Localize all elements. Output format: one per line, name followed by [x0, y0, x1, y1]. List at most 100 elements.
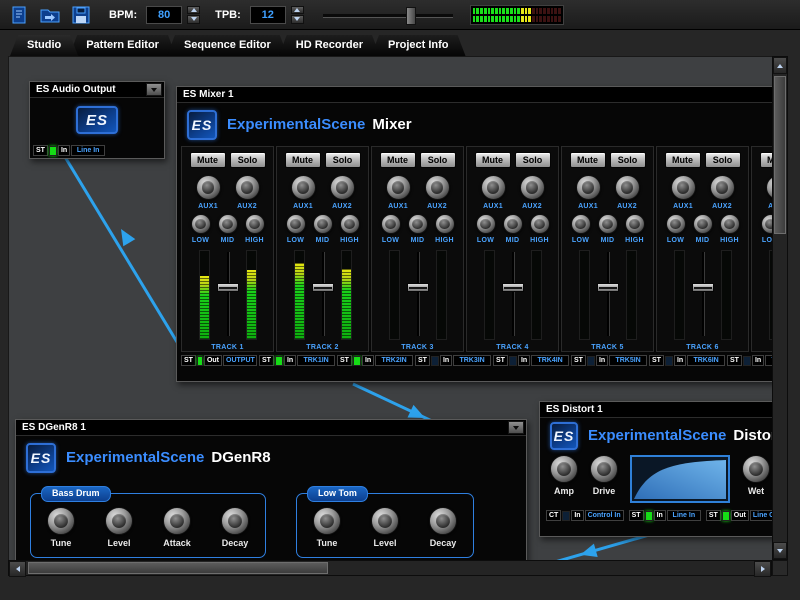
mute-button-track-4[interactable]: Mute: [475, 152, 511, 168]
mute-button-track-1[interactable]: Mute: [190, 152, 226, 168]
track-2-aux2-knob[interactable]: [330, 175, 355, 200]
solo-button-track-5[interactable]: Solo: [610, 152, 646, 168]
distort-amp-knob[interactable]: [550, 455, 578, 483]
track-6-aux1-knob[interactable]: [671, 175, 696, 200]
dgenr8-bass-drum-decay-knob[interactable]: [221, 507, 249, 535]
track-1-high-knob[interactable]: [245, 214, 265, 234]
dgenr8-bass-drum-level-knob[interactable]: [105, 507, 133, 535]
track-3-mid-knob[interactable]: [408, 214, 428, 234]
vertical-scrollbar[interactable]: [772, 56, 788, 560]
hscroll-track[interactable]: [26, 561, 754, 575]
mute-button-track-3[interactable]: Mute: [380, 152, 416, 168]
track-5-aux1-knob[interactable]: [576, 175, 601, 200]
vscroll-thumb[interactable]: [774, 76, 786, 234]
dgenr8-low-tom-level-knob[interactable]: [371, 507, 399, 535]
mixer-titlebar[interactable]: ES Mixer 1: [177, 87, 773, 103]
track-2-aux1-knob[interactable]: [291, 175, 316, 200]
solo-button-track-4[interactable]: Solo: [515, 152, 551, 168]
track-5-low-knob[interactable]: [571, 214, 591, 234]
track-3-low-knob[interactable]: [381, 214, 401, 234]
track-1-aux2-knob[interactable]: [235, 175, 260, 200]
track-2-low-knob[interactable]: [286, 214, 306, 234]
track-6-high-knob[interactable]: [720, 214, 740, 234]
scroll-up-button[interactable]: [773, 57, 787, 74]
connector-trk4in[interactable]: STInTRK4IN: [493, 355, 569, 366]
track-4-low-knob[interactable]: [476, 214, 496, 234]
track-5-high-knob[interactable]: [625, 214, 645, 234]
solo-button-track-2[interactable]: Solo: [325, 152, 361, 168]
track-2-mid-knob[interactable]: [313, 214, 333, 234]
dgenr8-bass-drum-attack-knob[interactable]: [163, 507, 191, 535]
vscroll-track[interactable]: [773, 74, 787, 542]
collapse-button[interactable]: [508, 421, 524, 434]
connector-trk5in[interactable]: STInTRK5IN: [571, 355, 647, 366]
open-project-button[interactable]: [37, 3, 63, 27]
solo-button-track-3[interactable]: Solo: [420, 152, 456, 168]
distort-drive-knob[interactable]: [590, 455, 618, 483]
bpm-spin-down-button[interactable]: [187, 15, 200, 24]
track-4-high-knob[interactable]: [530, 214, 550, 234]
tab-hd-recorder[interactable]: HD Recorder: [279, 35, 380, 56]
connector-trk3in[interactable]: STInTRK3IN: [415, 355, 491, 366]
connector-trk1in[interactable]: STInTRK1IN: [259, 355, 335, 366]
tab-sequence-editor[interactable]: Sequence Editor: [167, 35, 288, 56]
fader-slot-track-6[interactable]: [692, 250, 714, 338]
connector-line-out[interactable]: STOutLine Out: [706, 510, 773, 521]
audio-output-titlebar[interactable]: ES Audio Output: [30, 82, 164, 98]
horizontal-scrollbar[interactable]: [8, 560, 772, 576]
dgenr8-low-tom-decay-knob[interactable]: [429, 507, 457, 535]
track-1-mid-knob[interactable]: [218, 214, 238, 234]
dgenr8-bass-drum-tune-knob[interactable]: [47, 507, 75, 535]
track-1-aux1-knob[interactable]: [196, 175, 221, 200]
bpm-value-box[interactable]: 80: [146, 6, 182, 24]
tpb-spin-up-button[interactable]: [291, 6, 304, 15]
track-3-aux2-knob[interactable]: [425, 175, 450, 200]
fader-slot-track-5[interactable]: [597, 250, 619, 338]
track-1-low-knob[interactable]: [191, 214, 211, 234]
distort-wet-knob[interactable]: [742, 455, 770, 483]
collapse-button[interactable]: [146, 83, 162, 96]
connector-output[interactable]: STOutOUTPUT: [181, 355, 257, 366]
bpm-spin-up-button[interactable]: [187, 6, 200, 15]
fader-slot-track-4[interactable]: [502, 250, 524, 338]
mute-button-track-5[interactable]: Mute: [570, 152, 606, 168]
track-2-high-knob[interactable]: [340, 214, 360, 234]
tpb-value-box[interactable]: 12: [250, 6, 286, 24]
wire-distort-out[interactable]: [534, 533, 656, 561]
dgenr8-low-tom-tune-knob[interactable]: [313, 507, 341, 535]
master-volume-slider[interactable]: [323, 6, 453, 24]
track-6-aux2-knob[interactable]: [710, 175, 735, 200]
solo-button-track-6[interactable]: Solo: [705, 152, 741, 168]
track-6-low-knob[interactable]: [666, 214, 686, 234]
connector-trk2in[interactable]: STInTRK2IN: [337, 355, 413, 366]
fader-handle-track-3[interactable]: [407, 283, 429, 292]
connector-line-in[interactable]: STInLine In: [629, 510, 701, 521]
fader-slot-track-1[interactable]: [217, 250, 239, 338]
track-5-mid-knob[interactable]: [598, 214, 618, 234]
connector-trk7in[interactable]: STInTRK7IN: [727, 355, 773, 366]
tab-project-info[interactable]: Project Info: [371, 35, 466, 56]
fader-slot-track-2[interactable]: [312, 250, 334, 338]
track-3-aux1-knob[interactable]: [386, 175, 411, 200]
new-project-button[interactable]: [6, 3, 32, 27]
hscroll-thumb[interactable]: [28, 562, 328, 574]
mute-button-track-2[interactable]: Mute: [285, 152, 321, 168]
track-5-aux2-knob[interactable]: [615, 175, 640, 200]
dgenr8-titlebar[interactable]: ES DGenR8 1: [16, 420, 526, 436]
fader-handle-track-5[interactable]: [597, 283, 619, 292]
mute-button-track-7[interactable]: Mute: [760, 152, 774, 168]
tab-studio[interactable]: Studio: [10, 35, 78, 56]
fader-handle-track-2[interactable]: [312, 283, 334, 292]
connector-line-in[interactable]: STInLine In: [33, 145, 105, 156]
connector-trk6in[interactable]: STInTRK6IN: [649, 355, 725, 366]
tab-pattern-editor[interactable]: Pattern Editor: [69, 35, 176, 56]
track-4-mid-knob[interactable]: [503, 214, 523, 234]
scroll-down-button[interactable]: [773, 542, 787, 559]
fader-handle-track-4[interactable]: [502, 283, 524, 292]
distort-titlebar[interactable]: ES Distort 1: [540, 402, 773, 418]
scroll-left-button[interactable]: [9, 561, 26, 577]
fader-handle-track-1[interactable]: [217, 283, 239, 292]
tpb-spin-down-button[interactable]: [291, 15, 304, 24]
fader-slot-track-3[interactable]: [407, 250, 429, 338]
connector-control-in[interactable]: CTInControl In: [546, 510, 624, 521]
